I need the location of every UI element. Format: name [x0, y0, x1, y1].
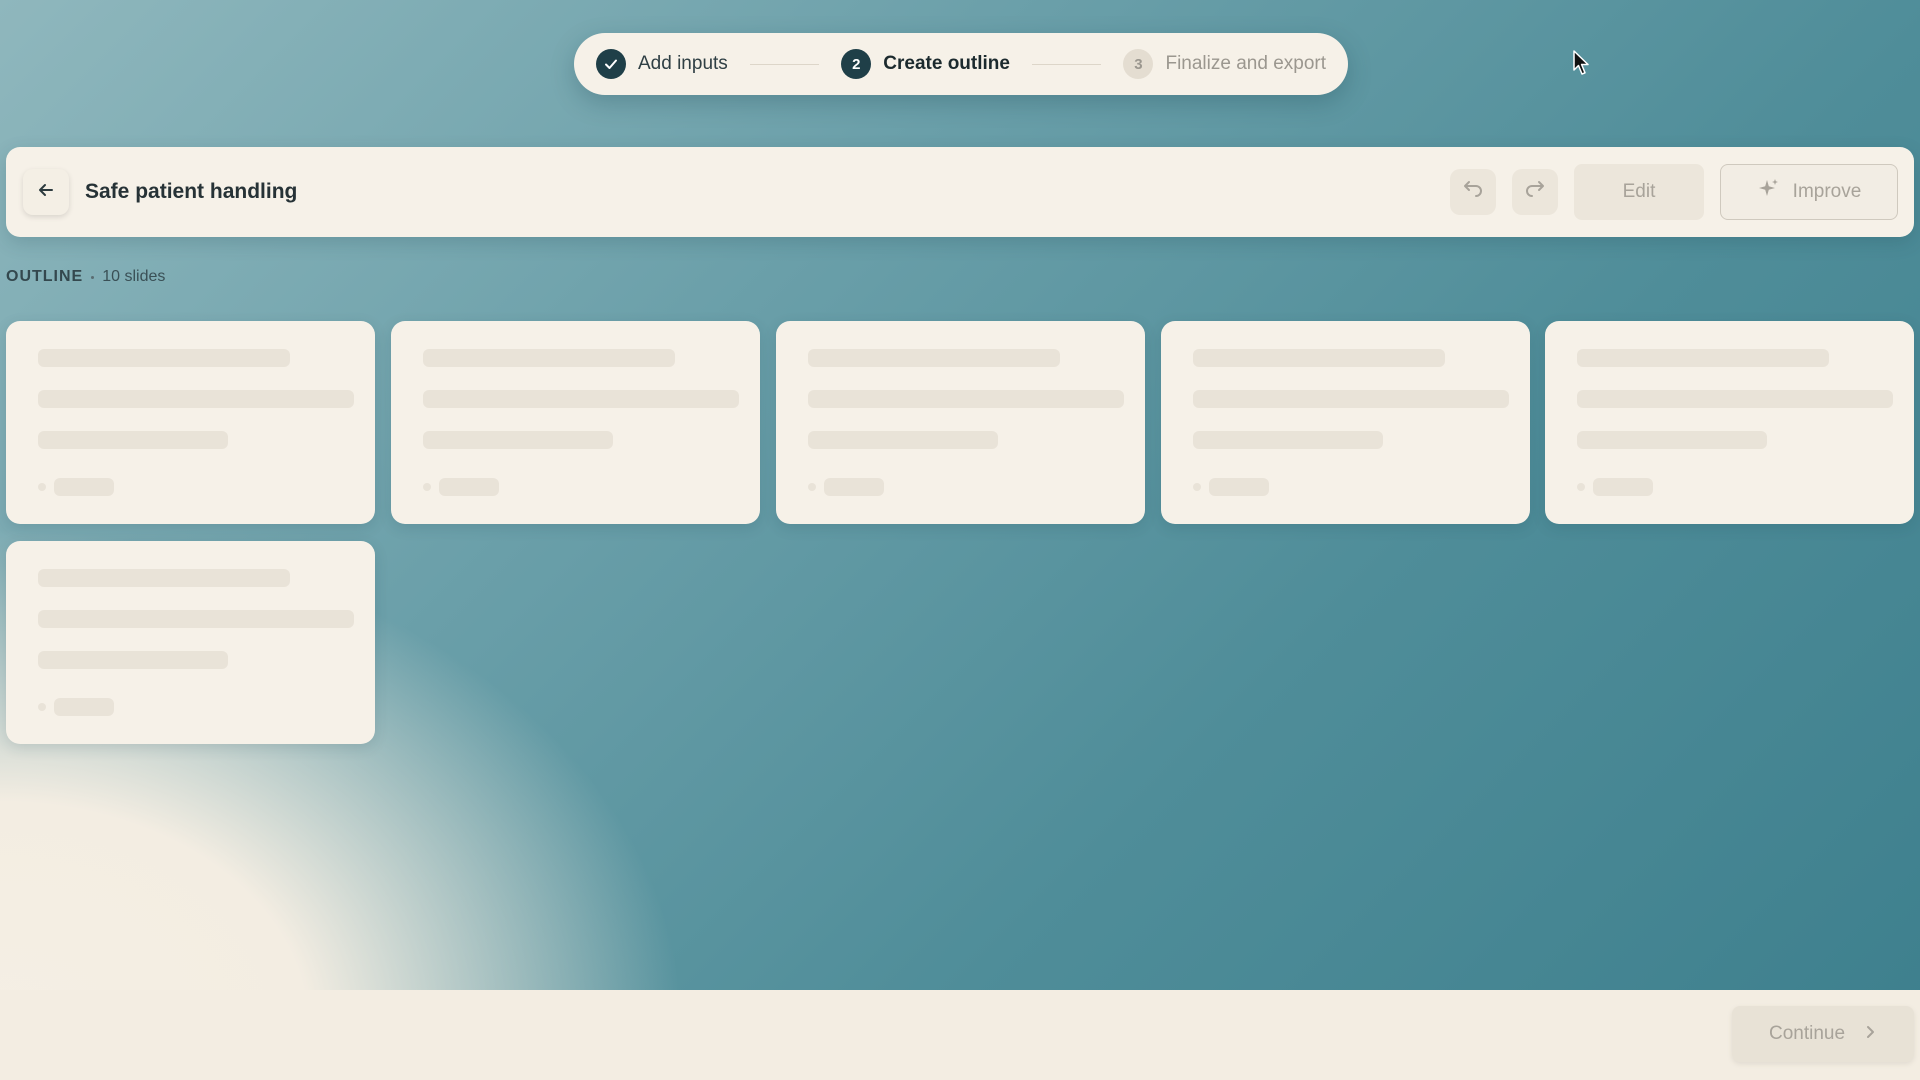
outline-summary: OUTLINE 10 slides: [6, 268, 165, 286]
sparkle-icon: [1757, 177, 1781, 207]
outline-card-skeleton: [6, 321, 375, 524]
chevron-right-icon: [1863, 1023, 1877, 1045]
skeleton-line: [1209, 478, 1269, 496]
skeleton-line: [38, 569, 290, 587]
skeleton-line: [1593, 478, 1653, 496]
skeleton-line: [824, 478, 884, 496]
outline-heading: OUTLINE: [6, 268, 84, 285]
page-title: Safe patient handling: [85, 180, 298, 203]
check-icon: [596, 49, 626, 79]
outline-card-skeleton: [776, 321, 1145, 524]
skeleton-line: [38, 431, 228, 449]
skeleton-line: [423, 349, 675, 367]
redo-icon: [1524, 179, 1546, 206]
skeleton-line: [1193, 431, 1383, 449]
continue-label: Continue: [1768, 1023, 1846, 1044]
outline-card-skeleton: [1161, 321, 1530, 524]
outline-card-skeleton: [391, 321, 760, 524]
skeleton-bullet: [38, 483, 46, 491]
skeleton-line: [38, 610, 354, 628]
footer-bar: Continue: [0, 990, 1920, 1080]
skeleton-line: [808, 349, 1060, 367]
back-button[interactable]: [23, 169, 69, 215]
skeleton-line: [1577, 349, 1829, 367]
skeleton-line: [1193, 349, 1445, 367]
outline-card-skeleton: [1545, 321, 1914, 524]
step-connector: [1031, 63, 1102, 65]
skeleton-line: [439, 478, 499, 496]
skeleton-line: [54, 478, 114, 496]
skeleton-bullet: [423, 483, 431, 491]
skeleton-bullet: [1193, 483, 1201, 491]
outline-header: Safe patient handling Edit Improve: [6, 147, 1914, 237]
step-number: 2: [841, 49, 872, 79]
step-label: Create outline: [883, 53, 1010, 74]
skeleton-line: [38, 651, 228, 669]
skeleton-bullet: [808, 483, 816, 491]
outline-card-skeleton: [6, 541, 375, 744]
step-finalize-export[interactable]: 3 Finalize and export: [1123, 49, 1326, 79]
slide-count: 10 slides: [102, 268, 166, 285]
separator-dot: [91, 275, 95, 279]
skeleton-bullet: [1577, 483, 1585, 491]
skeleton-line: [423, 390, 739, 408]
step-number: 3: [1123, 49, 1154, 79]
skeleton-line: [808, 431, 998, 449]
skeleton-line: [54, 698, 114, 716]
skeleton-bullet: [38, 703, 46, 711]
undo-button[interactable]: [1450, 169, 1496, 215]
skeleton-line: [423, 431, 613, 449]
improve-button[interactable]: Improve: [1720, 164, 1898, 220]
undo-icon: [1462, 179, 1484, 206]
step-add-inputs[interactable]: Add inputs: [596, 49, 728, 79]
skeleton-line: [38, 390, 354, 408]
step-label: Finalize and export: [1165, 53, 1327, 74]
redo-button[interactable]: [1512, 169, 1558, 215]
skeleton-line: [1577, 390, 1893, 408]
progress-stepper: Add inputs 2 Create outline 3 Finalize a…: [574, 33, 1348, 95]
step-create-outline[interactable]: 2 Create outline: [841, 49, 1010, 79]
skeleton-line: [1577, 431, 1767, 449]
step-label: Add inputs: [638, 53, 728, 74]
skeleton-line: [808, 390, 1124, 408]
skeleton-line: [1193, 390, 1509, 408]
step-connector: [749, 63, 820, 65]
edit-button[interactable]: Edit: [1574, 164, 1704, 220]
continue-button[interactable]: Continue: [1732, 1006, 1914, 1062]
arrow-left-icon: [36, 180, 56, 205]
improve-label: Improve: [1792, 181, 1862, 202]
mouse-cursor-icon: [1573, 50, 1591, 81]
skeleton-line: [38, 349, 290, 367]
